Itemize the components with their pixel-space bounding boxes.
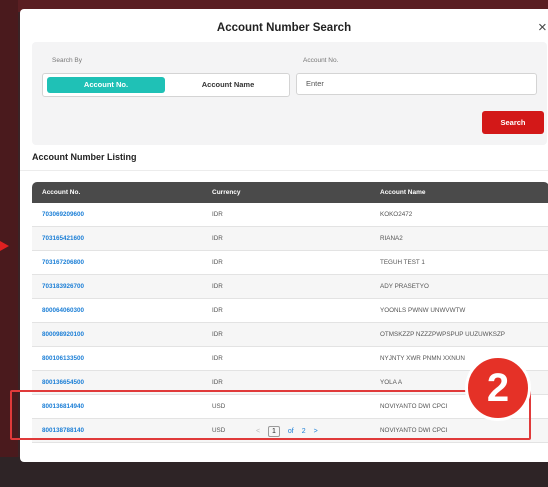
currency-cell: IDR: [212, 259, 223, 266]
account-no-link[interactable]: 703165421600: [42, 227, 84, 250]
search-by-label: Search By: [52, 57, 82, 64]
divider: [20, 170, 548, 171]
header-account-no: Account No.: [42, 189, 81, 196]
account-name-cell: TEGUH TEST 1: [380, 259, 425, 266]
currency-cell: IDR: [212, 235, 223, 242]
account-name-cell: NYJNTY XWR PNMN XXNUN: [380, 355, 465, 362]
search-by-toggle: Account No. Account Name: [42, 73, 290, 97]
account-no-link[interactable]: 800098920100: [42, 323, 84, 346]
account-no-label: Account No.: [303, 57, 339, 64]
search-button[interactable]: Search: [482, 111, 544, 134]
account-name-cell: YOONLS PWNW UNWVWTW: [380, 307, 466, 314]
currency-cell: IDR: [212, 307, 223, 314]
currency-cell: USD: [212, 427, 226, 434]
currency-cell: IDR: [212, 379, 223, 386]
currency-cell: IDR: [212, 355, 223, 362]
account-no-link[interactable]: 800136814940: [42, 395, 84, 418]
currency-cell: IDR: [212, 331, 223, 338]
account-no-link[interactable]: 800136654500: [42, 371, 84, 394]
current-page[interactable]: 1: [268, 426, 280, 437]
account-name-cell: OTMSKZZP NZZZPWPSPUP UUZUWKSZP: [380, 331, 506, 338]
prev-page-icon[interactable]: <: [256, 428, 260, 435]
table-header: Account No. Currency Account Name: [32, 182, 548, 203]
currency-cell: USD: [212, 403, 226, 410]
next-page-icon[interactable]: >: [314, 428, 318, 435]
account-no-link[interactable]: 703069209600: [42, 203, 84, 226]
table-row[interactable]: 800064060300 IDR YOONLS PWNW UNWVWTW: [32, 299, 548, 323]
header-account-name: Account Name: [380, 189, 426, 196]
account-name-cell: NOVIYANTO DWI CPCI: [380, 403, 448, 410]
modal-title: Account Number Search: [216, 22, 352, 34]
currency-cell: IDR: [212, 283, 223, 290]
account-no-link[interactable]: 703183926700: [42, 275, 84, 298]
account-no-link[interactable]: 800064060300: [42, 299, 84, 322]
account-no-link[interactable]: 703167206800: [42, 251, 84, 274]
table-row[interactable]: 703069209600 IDR KOKO2472: [32, 203, 548, 227]
table-row[interactable]: 800098920100 IDR OTMSKZZP NZZZPWPSPUP UU…: [32, 323, 548, 347]
page-of-label: of: [287, 428, 294, 435]
account-name-cell: KOKO2472: [380, 211, 413, 218]
table-row[interactable]: 703183926700 IDR ADY PRASETYO: [32, 275, 548, 299]
close-icon[interactable]: ×: [538, 19, 547, 36]
account-name-cell: YOLA A: [380, 379, 403, 386]
account-no-link[interactable]: 800138788140: [42, 419, 84, 442]
step-badge: 2: [465, 355, 531, 421]
listing-title: Account Number Listing: [32, 152, 137, 162]
search-panel: Search By Account No. Account Name Accou…: [32, 42, 547, 145]
account-no-link[interactable]: 800106133500: [42, 347, 84, 370]
currency-cell: IDR: [212, 211, 223, 218]
table-row[interactable]: 703167206800 IDR TEGUH TEST 1: [32, 251, 548, 275]
account-name-cell: RIANA2: [380, 235, 403, 242]
account-name-cell: ADY PRASETYO: [380, 283, 429, 290]
account-name-cell: NOVIYANTO DWI CPCI: [380, 427, 448, 434]
header-currency: Currency: [212, 189, 241, 196]
toggle-account-name[interactable]: Account Name: [169, 77, 287, 93]
account-no-input[interactable]: Enter: [296, 73, 537, 95]
pointer-arrow-icon: [0, 241, 9, 251]
table-row[interactable]: 703165421600 IDR RIANA2: [32, 227, 548, 251]
total-pages[interactable]: 2: [302, 428, 306, 435]
pagination: < 1 of 2 >: [256, 426, 324, 437]
toggle-account-no[interactable]: Account No.: [47, 77, 165, 93]
